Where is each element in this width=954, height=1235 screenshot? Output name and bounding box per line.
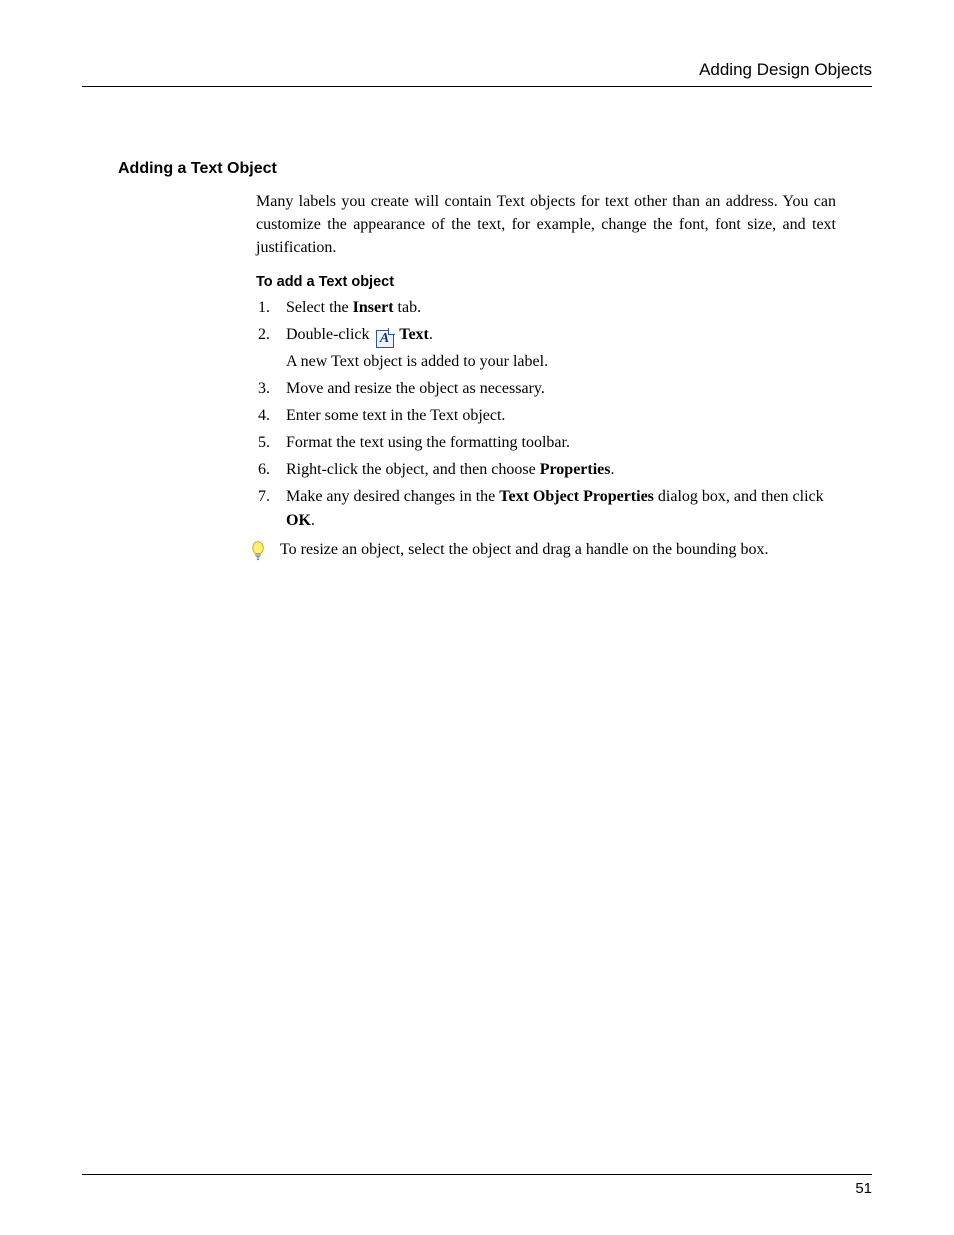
step-6-text-a: Right-click the object, and then choose [286,461,540,478]
step-6-bold: Properties [540,461,611,478]
step-7-text-a: Make any desired changes in the [286,488,499,505]
step-6: Right-click the object, and then choose … [256,458,836,482]
step-1-bold: Insert [353,299,394,316]
step-3-text: Move and resize the object as necessary. [286,377,836,401]
step-7-text-c: dialog box, and then click [654,488,824,505]
procedure-steps: Select the Insert tab. Double-click A Te… [256,296,836,533]
page-footer: 51 [82,1174,872,1197]
step-7-bold-1: Text Object Properties [499,488,654,505]
step-7-text-e: . [311,512,315,529]
step-1-text-a: Select the [286,299,353,316]
intro-paragraph: Many labels you create will contain Text… [256,190,836,260]
text-object-icon: A [376,330,394,348]
tip-row: To resize an object, select the object a… [250,538,836,566]
step-2-extra: A new Text object is added to your label… [286,350,836,374]
step-4: Enter some text in the Text object. [256,404,836,428]
page-content: Adding a Text Object Many labels you cre… [118,160,836,566]
step-6-text-c: . [611,461,615,478]
step-1: Select the Insert tab. [256,296,836,320]
body-block: Many labels you create will contain Text… [256,190,836,566]
tip-text: To resize an object, select the object a… [280,538,769,562]
procedure-heading: To add a Text object [256,274,836,290]
step-2-text-a: Double-click [286,326,374,343]
step-5: Format the text using the formatting too… [256,431,836,455]
step-2: Double-click A Text. A new Text object i… [256,323,836,374]
step-7: Make any desired changes in the Text Obj… [256,485,836,533]
header-title: Adding Design Objects [699,60,872,79]
step-2-bold: Text [396,326,429,343]
page-number: 51 [855,1180,872,1197]
step-5-text: Format the text using the formatting too… [286,431,836,455]
page-header: Adding Design Objects [82,60,872,87]
lightbulb-icon [250,541,268,566]
step-1-text-c: tab. [394,299,422,316]
step-2-text-c: . [429,326,433,343]
step-7-bold-2: OK [286,512,311,529]
step-4-text: Enter some text in the Text object. [286,404,836,428]
step-3: Move and resize the object as necessary. [256,377,836,401]
section-heading: Adding a Text Object [118,160,836,178]
